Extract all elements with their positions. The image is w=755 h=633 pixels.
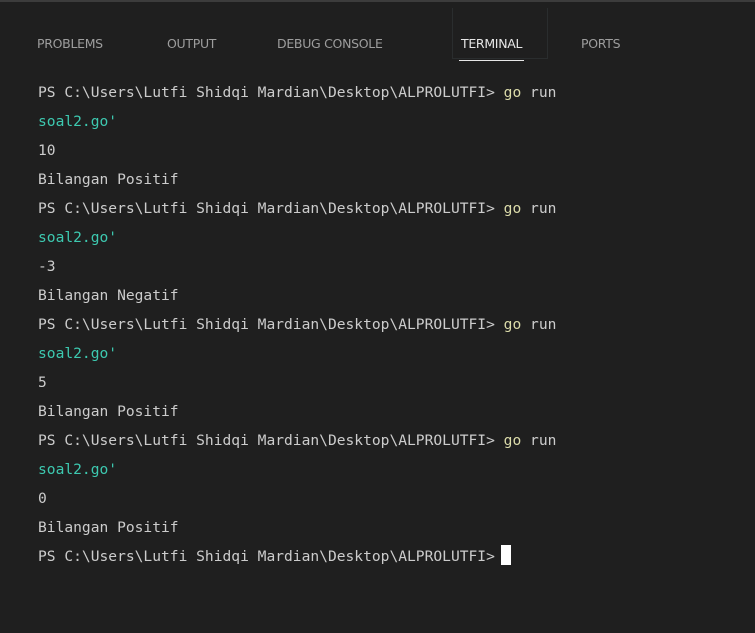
program-output-text: Bilangan Negatif <box>38 287 179 304</box>
program-output-text: Bilangan Positif <box>38 403 179 420</box>
program-output-line: 0 <box>38 484 753 513</box>
program-output-text: 10 <box>38 142 56 159</box>
tab-terminal[interactable]: TERMINAL <box>459 36 525 61</box>
command-keyword: go <box>503 84 522 101</box>
prompt-text: PS C:\Users\Lutfi Shidqi Mardian\Desktop… <box>38 432 504 449</box>
terminal-output[interactable]: PS C:\Users\Lutfi Shidqi Mardian\Desktop… <box>38 78 753 571</box>
terminal-cursor <box>500 545 511 565</box>
terminal-prompt-line: PS C:\Users\Lutfi Shidqi Mardian\Desktop… <box>38 194 753 223</box>
command-continuation-text: soal2.go' <box>38 345 118 362</box>
prompt-text: PS C:\Users\Lutfi Shidqi Mardian\Desktop… <box>38 84 504 101</box>
program-output-text: 0 <box>38 490 47 507</box>
command-continuation-text: soal2.go' <box>38 461 118 478</box>
command-continuation-line: soal2.go' <box>38 107 753 136</box>
prompt-text: PS C:\Users\Lutfi Shidqi Mardian\Desktop… <box>38 316 504 333</box>
panel-tab-bar: PROBLEMS OUTPUT DEBUG CONSOLE TERMINAL P… <box>0 0 755 61</box>
panel-top-border <box>0 0 755 2</box>
prompt-text: PS C:\Users\Lutfi Shidqi Mardian\Desktop… <box>38 548 495 565</box>
program-output-text: Bilangan Positif <box>38 519 179 536</box>
program-output-line: Bilangan Positif <box>38 513 753 542</box>
program-output-text: Bilangan Positif <box>38 171 179 188</box>
terminal-prompt-line: PS C:\Users\Lutfi Shidqi Mardian\Desktop… <box>38 426 753 455</box>
command-args: run <box>521 316 557 333</box>
tab-problems[interactable]: PROBLEMS <box>37 36 103 52</box>
command-args: run <box>521 432 557 449</box>
tab-output[interactable]: OUTPUT <box>167 36 216 52</box>
tab-debug-console[interactable]: DEBUG CONSOLE <box>277 36 383 52</box>
command-continuation-line: soal2.go' <box>38 223 753 252</box>
program-output-text: -3 <box>38 258 56 275</box>
active-tab-indicator <box>459 60 525 61</box>
command-continuation-text: soal2.go' <box>38 113 118 130</box>
command-args: run <box>521 200 557 217</box>
tab-ports[interactable]: PORTS <box>581 36 621 52</box>
program-output-line: Bilangan Positif <box>38 165 753 194</box>
terminal-panel: PROBLEMS OUTPUT DEBUG CONSOLE TERMINAL P… <box>0 0 755 633</box>
program-output-text: 5 <box>38 374 47 391</box>
program-output-line: 5 <box>38 368 753 397</box>
tab-terminal-label: TERMINAL <box>461 36 523 51</box>
terminal-prompt-line: PS C:\Users\Lutfi Shidqi Mardian\Desktop… <box>38 78 753 107</box>
command-continuation-line: soal2.go' <box>38 455 753 484</box>
command-continuation-line: soal2.go' <box>38 339 753 368</box>
program-output-line: Bilangan Positif <box>38 397 753 426</box>
prompt-text: PS C:\Users\Lutfi Shidqi Mardian\Desktop… <box>38 200 504 217</box>
command-continuation-text: soal2.go' <box>38 229 118 246</box>
terminal-prompt-line: PS C:\Users\Lutfi Shidqi Mardian\Desktop… <box>38 310 753 339</box>
command-keyword: go <box>503 316 522 333</box>
program-output-line: Bilangan Negatif <box>38 281 753 310</box>
command-keyword: go <box>503 432 522 449</box>
command-args: run <box>521 84 557 101</box>
terminal-prompt-line: PS C:\Users\Lutfi Shidqi Mardian\Desktop… <box>38 542 753 571</box>
program-output-line: -3 <box>38 252 753 281</box>
program-output-line: 10 <box>38 136 753 165</box>
command-keyword: go <box>503 200 522 217</box>
